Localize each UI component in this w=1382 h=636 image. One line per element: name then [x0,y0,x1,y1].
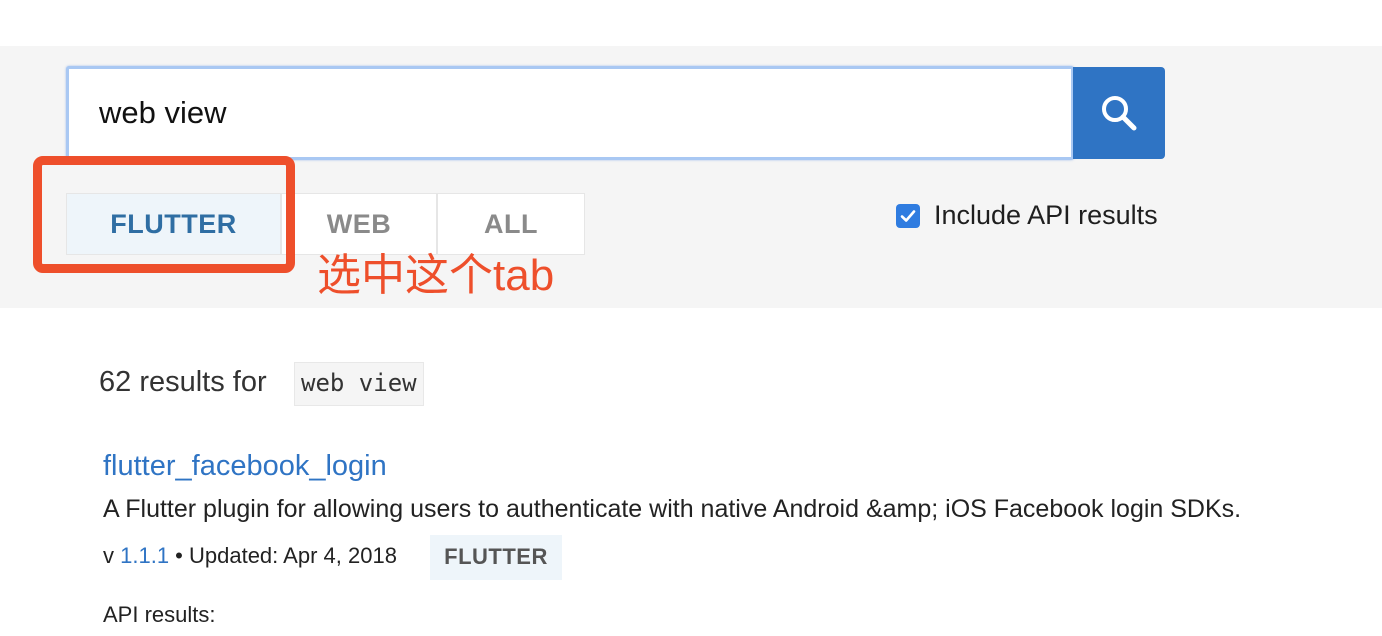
api-results-label: API results: [103,602,216,627]
annotation-text: 选中这个tab [317,251,555,300]
version-prefix: v [103,543,114,568]
tab-all[interactable]: ALL [437,193,585,255]
annotation-highlight-box [33,156,295,273]
search-input[interactable] [99,87,1039,139]
search-button[interactable] [1073,67,1165,159]
result-title-link[interactable]: flutter_facebook_login [103,447,387,485]
updated-date: • Updated: Apr 4, 2018 [169,543,397,568]
version-link[interactable]: 1.1.1 [120,543,169,568]
search-icon [1102,96,1137,131]
results-query: web view [294,362,424,406]
tab-web[interactable]: WEB [281,193,437,255]
checkmark-icon [900,210,916,222]
include-api-checkbox[interactable] [896,204,920,228]
include-api-label[interactable]: Include API results [934,198,1158,232]
results-count: 62 results for [99,366,267,398]
result-description: A Flutter plugin for allowing users to a… [103,495,1242,523]
result-meta: v 1.1.1 • Updated: Apr 4, 2018 [103,541,397,571]
flutter-badge: FLUTTER [430,535,562,580]
search-box[interactable] [66,66,1074,160]
